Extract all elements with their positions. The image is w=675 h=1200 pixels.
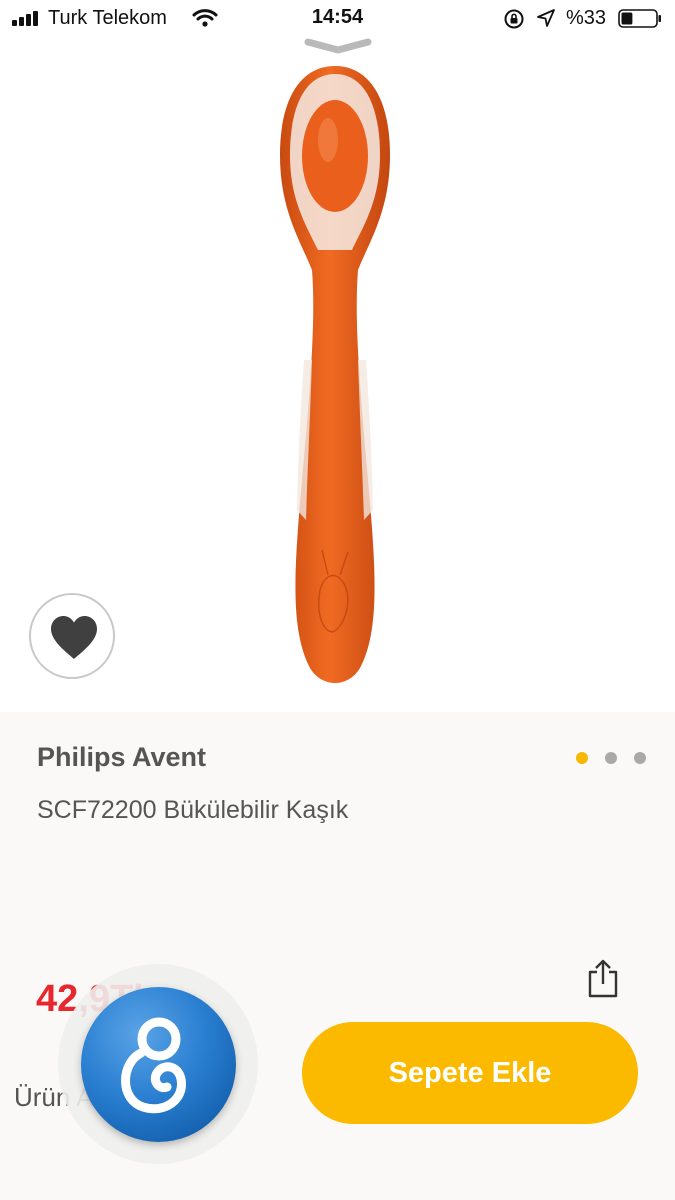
image-pager[interactable] [576, 752, 652, 766]
favorite-button[interactable] [29, 593, 115, 679]
status-bar: Turk Telekom 14:54 %33 [0, 0, 675, 40]
pager-dot-2[interactable] [605, 752, 617, 764]
add-to-cart-button[interactable]: Sepete Ekle [302, 1022, 638, 1124]
add-to-cart-label: Sepete Ekle [388, 1056, 552, 1089]
product-image[interactable] [270, 60, 400, 690]
battery-percentage: %33 [566, 7, 607, 29]
app-logo-icon [121, 1017, 186, 1114]
brand-name: Philips Avent [37, 742, 207, 772]
share-icon[interactable] [586, 958, 620, 998]
rotation-lock-icon [504, 9, 524, 29]
heart-icon [51, 616, 97, 659]
pager-dot-1[interactable] [576, 752, 588, 764]
location-icon [537, 9, 555, 27]
pager-dot-3[interactable] [634, 752, 646, 764]
app-logo-button[interactable] [81, 987, 236, 1142]
battery-icon [618, 9, 661, 28]
dismiss-handle[interactable] [304, 36, 372, 56]
product-name: SCF72200 Bükülebilir Kaşık [37, 796, 349, 824]
